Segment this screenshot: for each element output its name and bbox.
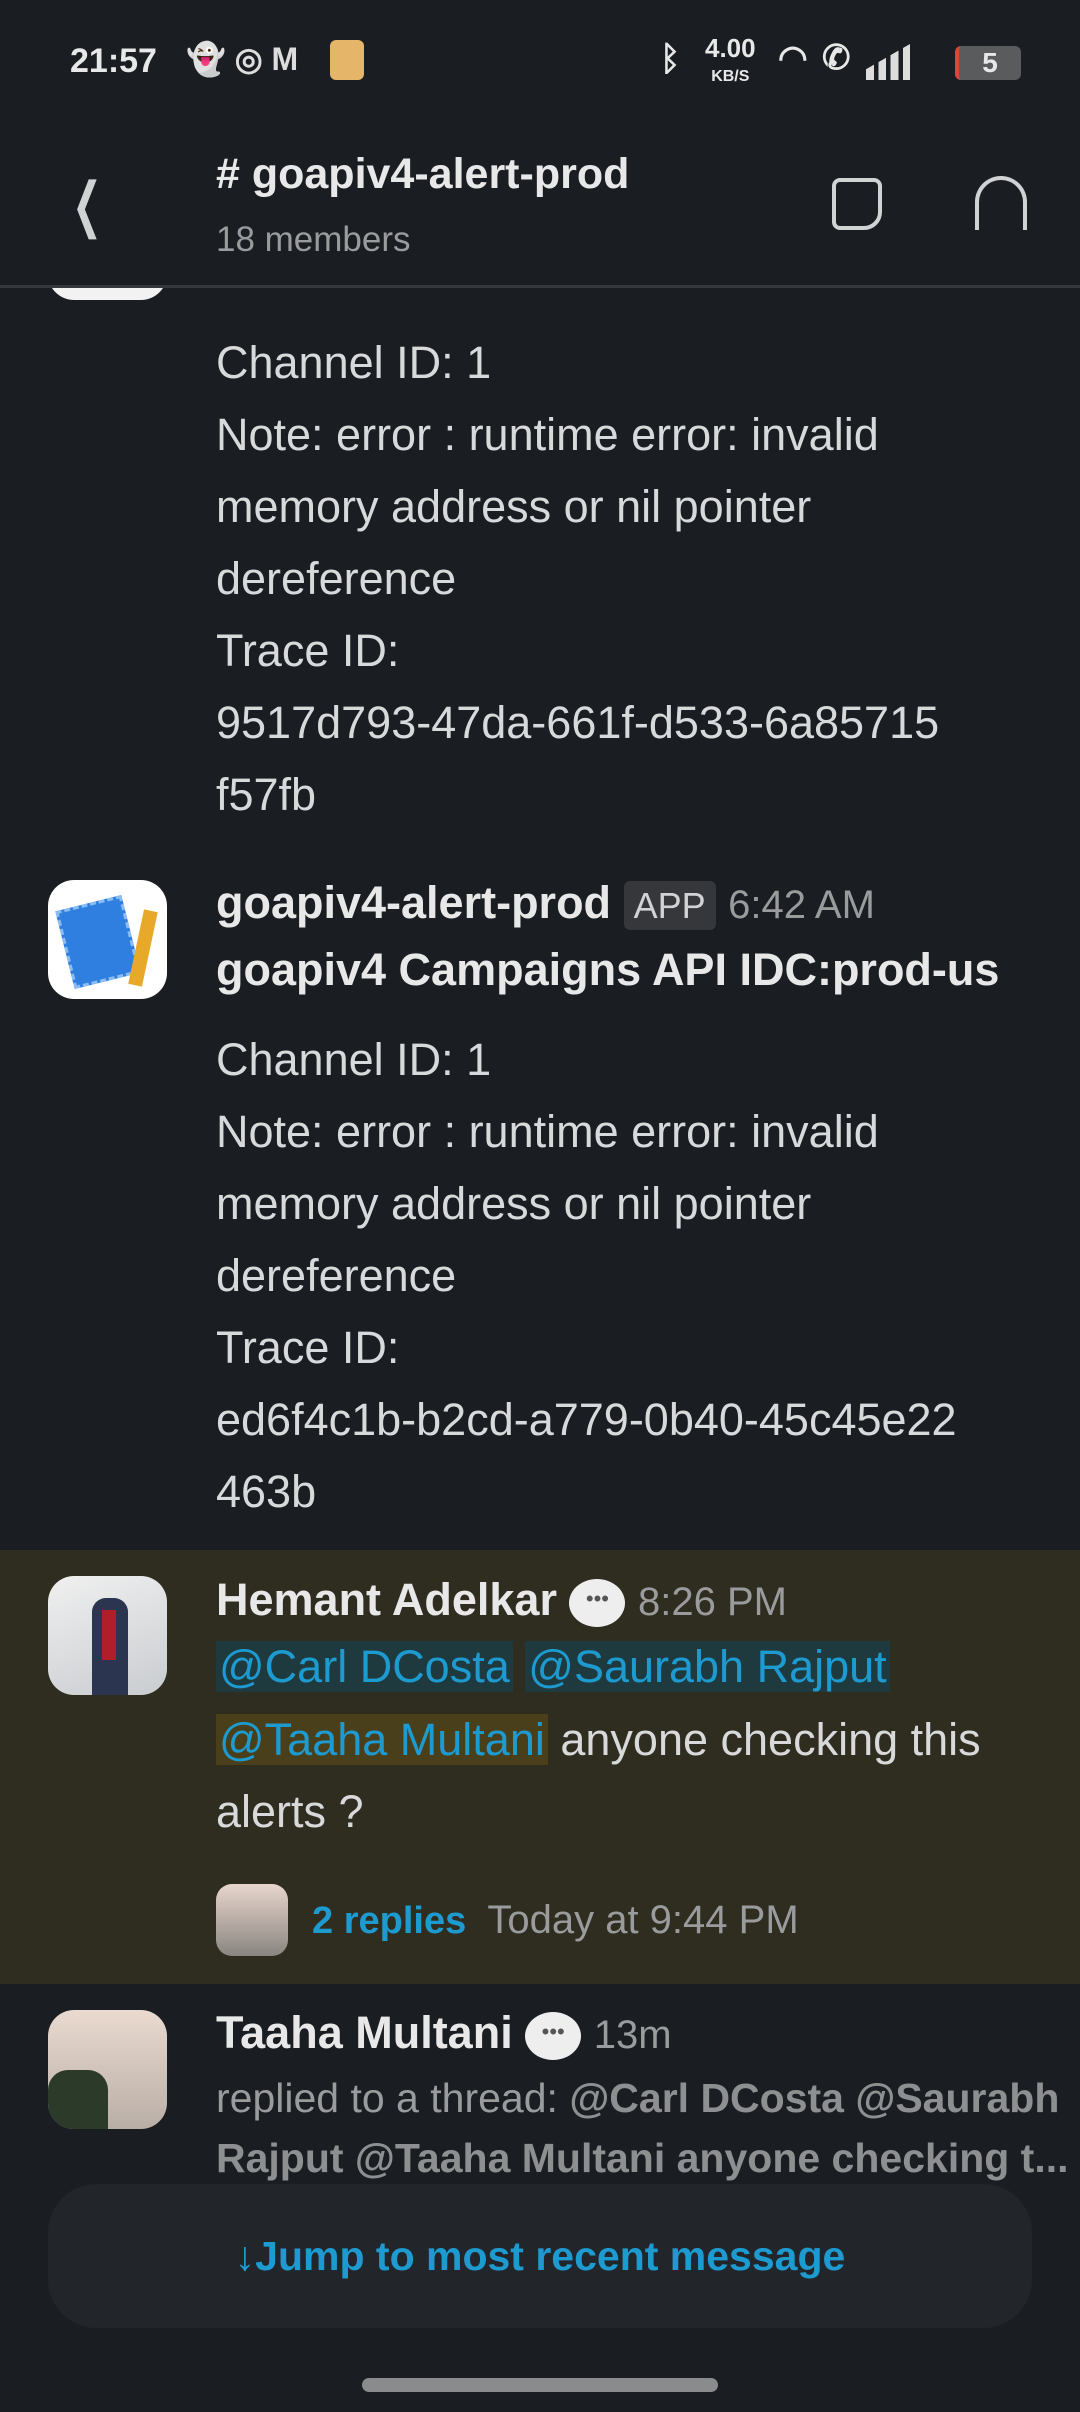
mention[interactable]: @Saurabh Rajput — [525, 1641, 890, 1692]
timestamp[interactable]: 6:42 AM — [728, 883, 875, 927]
replies-link[interactable]: 2 replies — [312, 1900, 466, 1942]
message-line: dereference — [216, 553, 457, 604]
message-line: 463b — [216, 1466, 317, 1517]
reply-prefix: replied to a thread: — [216, 2075, 558, 2121]
message-line: Channel ID: 1 — [216, 1034, 492, 1085]
battery-level: 5 — [982, 47, 998, 78]
jump-to-recent-button[interactable]: ↓Jump to most recent message — [48, 2184, 1032, 2328]
author-name[interactable]: Taaha Multani — [216, 2007, 513, 2058]
app-badge: APP — [623, 881, 716, 930]
app-avatar[interactable] — [48, 880, 167, 999]
message-line: memory address or nil pointer — [216, 481, 812, 532]
clock: 21:57 — [70, 42, 157, 80]
headphones-icon[interactable] — [975, 176, 1027, 230]
message-line: Note: error : runtime error: invalid — [216, 1106, 879, 1157]
message-line: @Carl DCosta @Saurabh Rajput — [216, 1631, 890, 1703]
status-bar: 21:57 👻 ◎ M ᛒ 4.00 KB/S ◠ ✆ 5 — [0, 0, 1080, 120]
new-canvas-icon[interactable] — [832, 178, 882, 230]
thread-replies[interactable]: 2 replies Today at 9:44 PM — [312, 1884, 799, 1957]
notification-icons: 👻 ◎ M — [186, 41, 299, 77]
message-header: goapiv4-alert-prod APP 6:42 AM — [216, 867, 875, 942]
speech-bubble-icon: ••• — [525, 2012, 582, 2061]
signal-icon — [866, 44, 910, 80]
mention-self[interactable]: @Taaha Multani — [216, 1714, 548, 1765]
reply-preview: Rajput @Taaha Multani anyone checking t.… — [216, 2135, 1069, 2181]
message-line: Note: error : runtime error: invalid — [216, 409, 879, 460]
message-line: alerts ? — [216, 1786, 364, 1837]
timestamp[interactable]: 13m — [594, 2013, 672, 2057]
message-text: anyone checking this — [560, 1714, 981, 1765]
message-hemant[interactable]: Hemant Adelkar ••• 8:26 PM @Carl DCosta … — [0, 1550, 1080, 1984]
message-line: memory address or nil pointer — [216, 1178, 812, 1229]
net-speed-unit: KB/S — [711, 68, 750, 85]
jump-label: Jump to most recent message — [255, 2233, 846, 2279]
reply-avatar — [216, 1884, 288, 1956]
timestamp[interactable]: 8:26 PM — [638, 1580, 787, 1624]
message-line: Trace ID: — [216, 1322, 400, 1373]
wifi-call-icon: ✆ — [822, 39, 851, 77]
message-line: Trace ID: — [216, 625, 400, 676]
back-button[interactable]: ❮ — [72, 170, 102, 240]
mention[interactable]: @Carl DCosta — [216, 1641, 513, 1692]
amazon-icon — [330, 40, 364, 80]
battery-icon: 5 — [955, 46, 1021, 80]
channel-title[interactable]: # goapiv4-alert-prod — [216, 150, 629, 199]
net-speed-value: 4.00 — [705, 33, 756, 63]
message-line: ed6f4c1b-b2cd-a779-0b40-45c45e22 — [216, 1394, 957, 1445]
member-count[interactable]: 18 members — [216, 220, 411, 260]
avatar-taaha[interactable] — [48, 2010, 167, 2129]
message-line: Channel ID: 1 — [216, 337, 492, 388]
message-line: f57fb — [216, 769, 317, 820]
message-header: Hemant Adelkar ••• 8:26 PM — [216, 1564, 787, 1638]
avatar-hemant[interactable] — [48, 1576, 167, 1695]
author-name[interactable]: Hemant Adelkar — [216, 1574, 557, 1625]
arrow-down-icon: ↓ — [234, 2233, 256, 2279]
home-indicator[interactable] — [362, 2378, 718, 2392]
channel-header: ❮ # goapiv4-alert-prod 18 members — [0, 120, 1080, 288]
author-name[interactable]: goapiv4-alert-prod — [216, 877, 611, 928]
reply-preview: @Carl DCosta @Saurabh — [569, 2075, 1060, 2121]
replies-time: Today at 9:44 PM — [487, 1898, 799, 1942]
message-line: 9517d793-47da-661f-d533-6a85715 — [216, 697, 940, 748]
wifi-icon: ◠ — [778, 39, 808, 77]
bluetooth-icon: ᛒ — [660, 40, 681, 78]
message-header: Taaha Multani ••• 13m — [216, 1997, 672, 2071]
speech-bubble-icon: ••• — [569, 1579, 626, 1628]
net-speed: 4.00 KB/S — [705, 33, 756, 89]
message-line: dereference — [216, 1250, 457, 1301]
message-title: goapiv4 Campaigns API IDC:prod-us — [216, 944, 1000, 995]
message-line: @Taaha Multani anyone checking this — [216, 1704, 981, 1776]
thread-preview-line: replied to a thread: @Carl DCosta @Saura… — [216, 2068, 1059, 2128]
